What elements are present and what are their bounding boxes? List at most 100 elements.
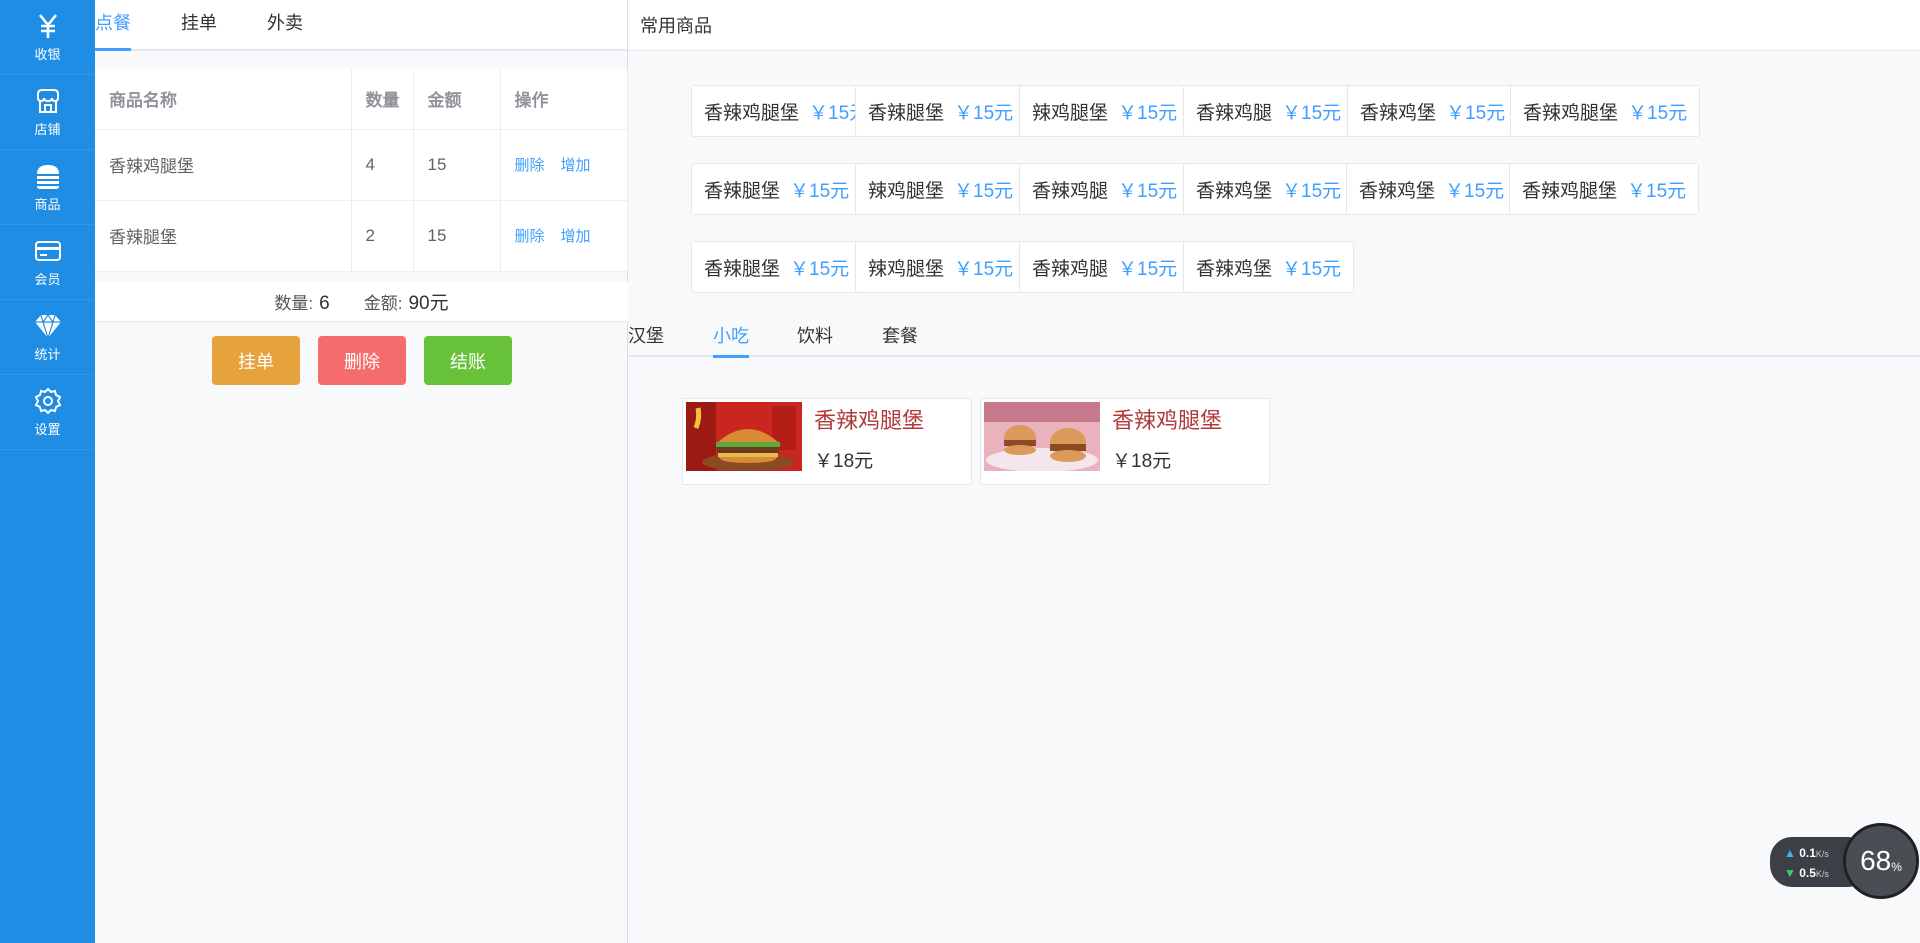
order-table: 商品名称 数量 金额 操作 香辣鸡腿堡 4 15 删除 增加 香辣腿堡 2 15 … [95,69,628,272]
chip-price: ￥15元 [1446,102,1506,124]
item-qty: 2 [350,199,414,272]
tab-combos[interactable]: 套餐 [882,322,918,348]
common-product-chip[interactable]: 香辣腿堡 ￥15元 [691,241,863,293]
tab-order[interactable]: 点餐 [95,9,157,51]
sidebar-item-members[interactable]: 会员 [0,225,95,300]
sidebar-item-stats[interactable]: 统计 [0,300,95,375]
total-qty-value: 6 [319,292,330,314]
total-amount-label: 金额: [363,294,403,313]
sidebar-item-store[interactable]: 店铺 [0,75,95,150]
common-product-chip[interactable]: 香辣鸡腿 ￥15元 [1019,241,1191,293]
download-unit: K/s [1815,869,1829,879]
product-card[interactable]: 香辣鸡腿堡 ￥18元 [980,398,1270,485]
common-product-chip[interactable]: 香辣鸡堡 ￥15元 [1183,241,1355,293]
product-name: 香辣鸡腿堡 [814,408,925,433]
common-product-chip[interactable]: 辣鸡腿堡 ￥15元 [1019,85,1191,137]
total-qty: 数量: 6 [274,289,329,315]
item-amount: 15 [412,128,501,201]
order-actions: 挂单 删除 结账 [212,336,530,385]
tab-drinks[interactable]: 饮料 [797,322,833,348]
delete-link[interactable]: 删除 [515,157,545,174]
common-product-chip[interactable]: 辣鸡腿堡 ￥15元 [855,163,1027,215]
delete-order-button[interactable]: 删除 [318,336,406,385]
chip-price: ￥15元 [790,180,850,202]
upload-value: 0.1 [1799,846,1816,860]
sidebar-item-settings[interactable]: 设置 [0,375,95,450]
column-header-actions: 操作 [499,69,628,130]
order-tabs: 点餐 挂单 外卖 [95,0,627,51]
usage-gauge: 68% [1843,823,1919,899]
product-card[interactable]: 香辣鸡腿堡 ￥18元 [682,398,972,485]
sidebar-item-cashier[interactable]: 收银 [0,0,95,75]
product-image [686,402,802,471]
hold-order-button[interactable]: 挂单 [212,336,300,385]
common-product-chip[interactable]: 辣鸡腿堡 ￥15元 [855,241,1027,293]
total-amount: 金额: 90元 [364,288,449,315]
common-product-chip[interactable]: 香辣腿堡 ￥15元 [855,85,1027,137]
chip-price: ￥15元 [1282,180,1342,202]
common-product-chip[interactable]: 香辣腿堡 ￥15元 [691,163,863,215]
chip-price: ￥15元 [1282,258,1342,280]
common-product-chip[interactable]: 香辣鸡腿堡 ￥15元 [691,85,882,137]
table-header-row: 商品名称 数量 金额 操作 [95,69,628,130]
tab-snacks[interactable]: 小吃 [713,322,749,358]
item-qty: 4 [350,128,414,201]
chip-name: 香辣鸡腿堡 [1522,180,1618,202]
sidebar-item-label: 统计 [34,347,61,362]
sidebar-item-label: 设置 [34,422,61,437]
sidebar-item-label: 会员 [34,272,61,287]
sidebar-item-products[interactable]: 商品 [0,150,95,225]
product-image [984,402,1100,471]
common-product-chip[interactable]: 香辣鸡腿堡 ￥15元 [1509,163,1700,215]
chip-name: 香辣鸡腿 [1032,180,1109,202]
chip-name: 香辣腿堡 [704,258,781,280]
table-row: 香辣鸡腿堡 4 15 删除 增加 [95,128,628,201]
item-name: 香辣腿堡 [95,199,352,272]
product-info: 香辣鸡腿堡 ￥18元 [1100,399,1222,484]
common-products-title: 常用商品 [628,0,1920,51]
chip-price: ￥15元 [1445,180,1505,202]
sidebar-item-label: 商品 [34,197,61,212]
chip-name: 辣鸡腿堡 [868,180,945,202]
add-link[interactable]: 增加 [561,157,591,174]
chip-price: ￥15元 [1628,102,1688,124]
common-product-chip[interactable]: 香辣鸡堡 ￥15元 [1346,163,1518,215]
common-product-chip[interactable]: 香辣鸡堡 ￥15元 [1347,85,1519,137]
upload-speed: ▲ 0.1K/s [1784,846,1829,860]
chip-price: ￥15元 [1118,258,1178,280]
column-header-amount: 金额 [412,69,501,130]
yen-icon [38,14,57,38]
chip-name: 香辣鸡腿 [1032,258,1109,280]
item-actions: 删除 增加 [499,128,628,201]
tab-burgers[interactable]: 汉堡 [628,322,664,348]
item-name: 香辣鸡腿堡 [95,128,352,201]
chip-name: 香辣鸡堡 [1196,258,1273,280]
chip-name: 香辣腿堡 [704,180,781,202]
chip-price: ￥15元 [790,258,850,280]
chip-price: ￥15元 [1118,180,1178,202]
chip-price: ￥15元 [954,258,1014,280]
checkout-button[interactable]: 结账 [424,336,512,385]
diamond-icon [34,313,61,341]
burger-icon [36,165,59,189]
chip-price: ￥15元 [1118,102,1178,124]
usage-percent-unit: % [1891,860,1902,874]
sidebar: 收银 店铺 商品 会员 统计 设置 [0,0,95,943]
delete-link[interactable]: 删除 [515,228,545,245]
common-product-chip[interactable]: 香辣鸡腿堡 ￥15元 [1510,85,1701,137]
common-product-chip[interactable]: 香辣鸡堡 ￥15元 [1183,163,1355,215]
chip-name: 辣鸡腿堡 [868,258,945,280]
chip-name: 香辣腿堡 [868,102,945,124]
usage-percent: 68 [1860,845,1892,876]
chip-price: ￥15元 [1282,102,1342,124]
card-icon [34,241,61,261]
tab-takeout[interactable]: 外卖 [267,9,329,49]
item-actions: 删除 增加 [499,199,628,272]
common-product-chip[interactable]: 香辣鸡腿 ￥15元 [1019,163,1191,215]
chip-price: ￥15元 [1627,180,1687,202]
gear-icon [34,387,61,415]
add-link[interactable]: 增加 [561,228,591,245]
network-monitor-widget[interactable]: ▲ 0.1K/s ▼ 0.5K/s 68% [1770,823,1919,901]
common-product-chip[interactable]: 香辣鸡腿 ￥15元 [1183,85,1355,137]
tab-hold[interactable]: 挂单 [181,9,243,49]
